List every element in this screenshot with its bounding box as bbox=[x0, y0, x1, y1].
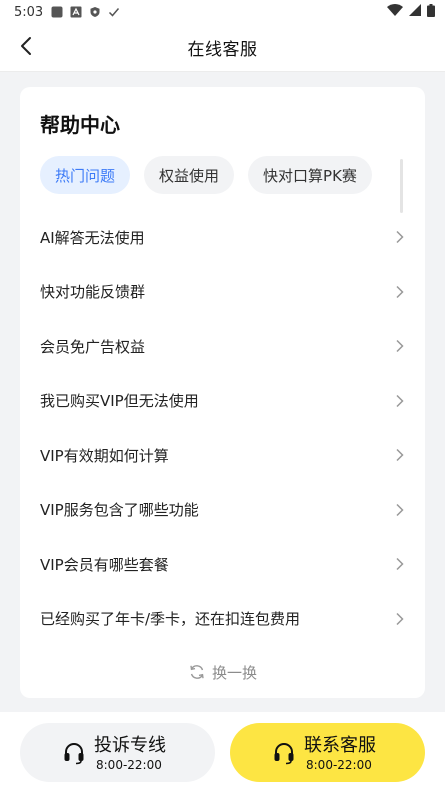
complaint-hours: 8:00-22:00 bbox=[96, 758, 162, 772]
chevron-right-icon bbox=[396, 231, 404, 244]
question-text: VIP会员有哪些套餐 bbox=[40, 555, 169, 574]
contact-service-button[interactable]: 联系客服 8:00-22:00 bbox=[230, 723, 425, 782]
status-time: 5:03 bbox=[14, 4, 44, 20]
refresh-button[interactable]: 换一换 bbox=[20, 659, 425, 685]
refresh-icon bbox=[190, 665, 204, 679]
question-item[interactable]: AI解答无法使用 bbox=[20, 210, 425, 265]
question-text: AI解答无法使用 bbox=[40, 228, 145, 247]
service-label: 联系客服 bbox=[304, 735, 376, 756]
navigation-bar: 在线客服 bbox=[0, 24, 445, 72]
question-item[interactable]: 会员免广告权益 bbox=[20, 319, 425, 374]
back-arrow-icon bbox=[20, 36, 32, 60]
help-center-title: 帮助中心 bbox=[40, 113, 120, 137]
chevron-right-icon bbox=[396, 340, 404, 353]
app-icon bbox=[51, 6, 63, 18]
chevron-right-icon bbox=[396, 558, 404, 571]
wifi-icon bbox=[387, 4, 403, 20]
question-list: AI解答无法使用 快对功能反馈群 会员免广告权益 我已购买VIP但无法使用 VI… bbox=[20, 210, 425, 646]
question-item[interactable]: 我已购买VIP但无法使用 bbox=[20, 374, 425, 429]
tab-pk-contest[interactable]: 快对口算PK赛 bbox=[248, 156, 372, 194]
chevron-right-icon bbox=[396, 285, 404, 298]
tabs-scrollbar[interactable] bbox=[400, 159, 403, 213]
question-item[interactable]: VIP服务包含了哪些功能 bbox=[20, 483, 425, 538]
service-hours: 8:00-22:00 bbox=[306, 758, 372, 772]
question-text: 会员免广告权益 bbox=[40, 337, 146, 356]
bottom-action-bar: 投诉专线 8:00-22:00 联系客服 8:00-22:00 bbox=[0, 712, 445, 792]
page-title: 在线客服 bbox=[187, 40, 258, 60]
shield-icon bbox=[89, 6, 101, 18]
chevron-right-icon bbox=[396, 612, 404, 625]
chevron-right-icon bbox=[396, 503, 404, 516]
signal-icon bbox=[409, 4, 421, 20]
question-item[interactable]: VIP有效期如何计算 bbox=[20, 428, 425, 483]
headset-icon bbox=[64, 743, 84, 765]
question-text: 我已购买VIP但无法使用 bbox=[40, 392, 199, 411]
chevron-right-icon bbox=[396, 394, 404, 407]
chevron-right-icon bbox=[396, 449, 404, 462]
question-text: VIP服务包含了哪些功能 bbox=[40, 501, 199, 520]
status-bar: 5:03 bbox=[0, 0, 445, 24]
tab-benefits-usage[interactable]: 权益使用 bbox=[144, 156, 235, 194]
complaint-hotline-button[interactable]: 投诉专线 8:00-22:00 bbox=[20, 723, 215, 782]
headset-icon bbox=[274, 743, 294, 765]
question-item[interactable]: VIP会员有哪些套餐 bbox=[20, 537, 425, 592]
complaint-label: 投诉专线 bbox=[94, 735, 166, 756]
question-item[interactable]: 快对功能反馈群 bbox=[20, 265, 425, 320]
back-button[interactable] bbox=[12, 34, 40, 62]
question-text: 已经购买了年卡/季卡，还在扣连包费用 bbox=[40, 610, 301, 629]
check-icon bbox=[108, 6, 120, 18]
category-tabs: 热门问题 权益使用 快对口算PK赛 bbox=[40, 156, 372, 194]
question-text: VIP有效期如何计算 bbox=[40, 446, 169, 465]
refresh-label: 换一换 bbox=[211, 663, 257, 682]
battery-icon bbox=[427, 3, 435, 21]
help-center-card: 帮助中心 热门问题 权益使用 快对口算PK赛 AI解答无法使用 快对功能反馈群 … bbox=[20, 87, 425, 698]
question-item[interactable]: 已经购买了年卡/季卡，还在扣连包费用 bbox=[20, 592, 425, 647]
tab-hot-questions[interactable]: 热门问题 bbox=[40, 156, 131, 194]
status-right-icons bbox=[387, 3, 435, 21]
a-icon bbox=[70, 6, 82, 18]
question-text: 快对功能反馈群 bbox=[40, 283, 146, 302]
